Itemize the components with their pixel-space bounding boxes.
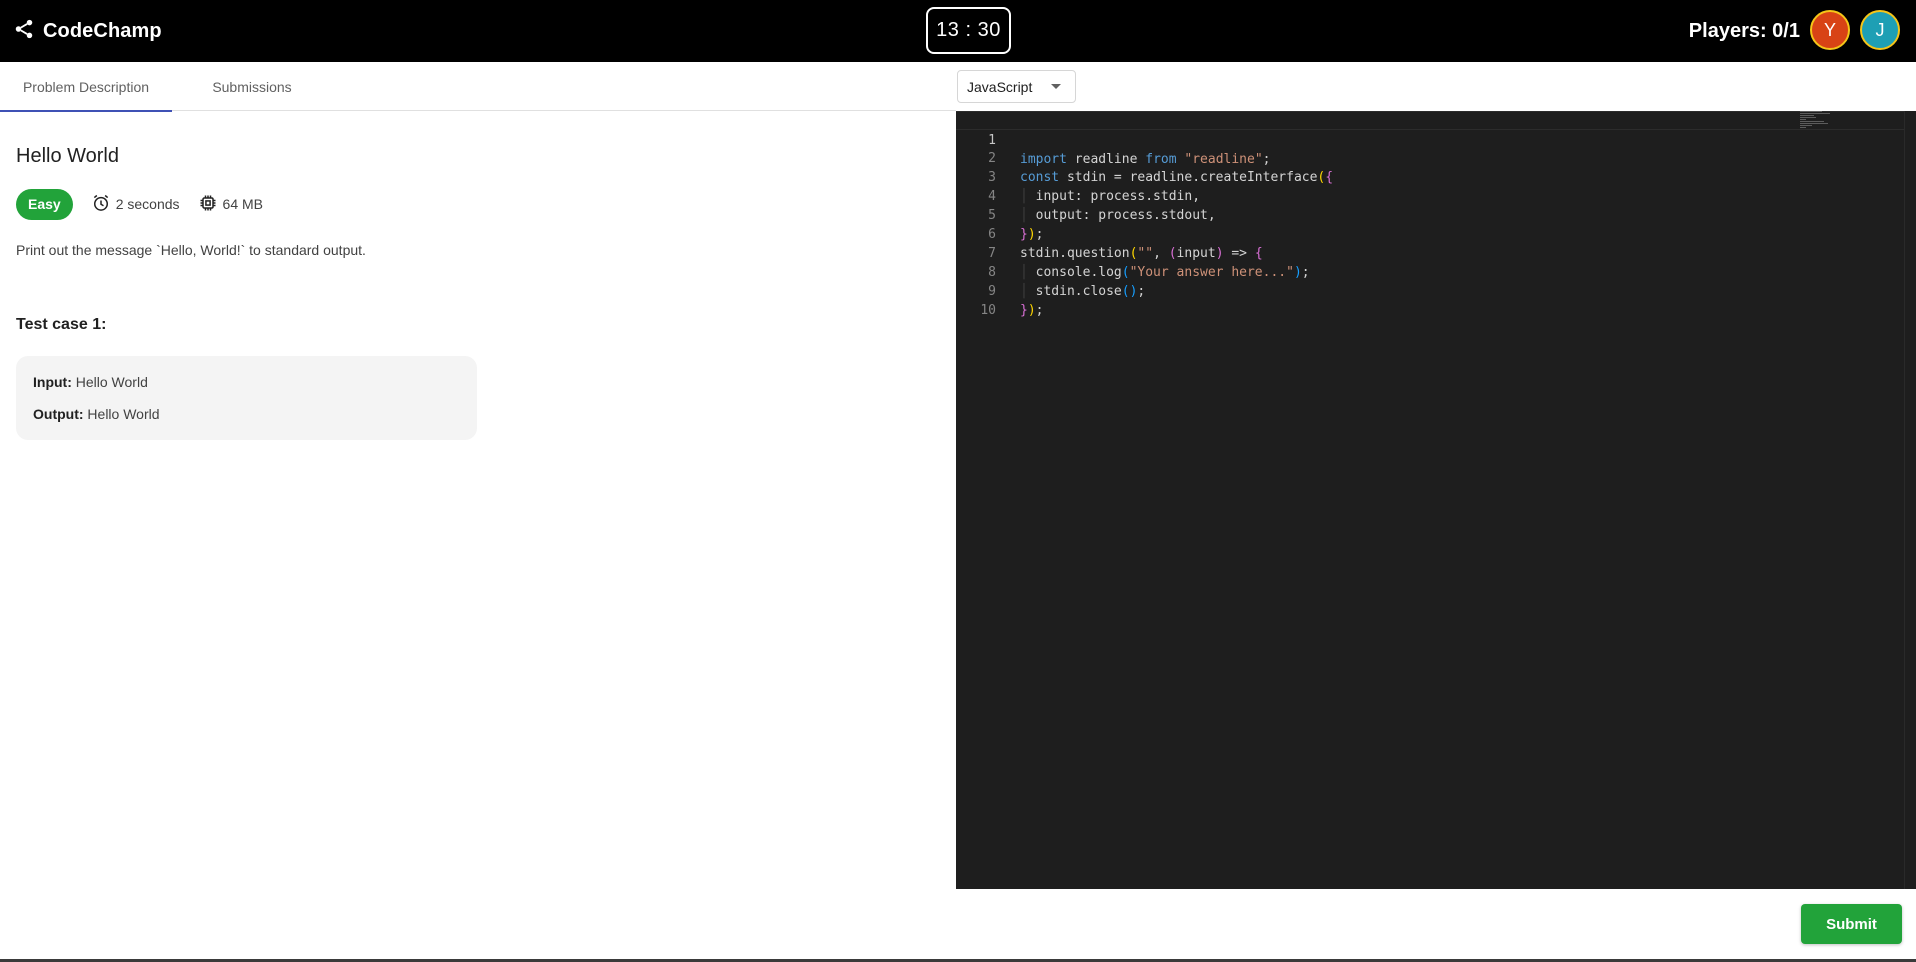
memory-limit-value: 64 MB — [222, 196, 263, 212]
language-select[interactable]: JavaScript — [957, 70, 1076, 103]
problem-description: Print out the message `Hello, World!` to… — [16, 242, 366, 258]
brand[interactable]: CodeChamp — [13, 16, 162, 46]
time-limit-value: 2 seconds — [115, 196, 180, 212]
language-select-value: JavaScript — [967, 78, 1033, 95]
tab-submissions[interactable]: Submissions — [172, 62, 332, 111]
code-line[interactable]: 9 }); — [956, 263, 1904, 318]
difficulty-badge: Easy — [16, 188, 73, 220]
code-line[interactable]: 6 stdin.question("", (input) => { — [956, 206, 1904, 261]
code-line[interactable]: 7 │ console.log("Your answer here..."); — [956, 225, 1904, 280]
line-number: 10 — [980, 303, 996, 318]
avatar[interactable]: J — [1860, 10, 1900, 50]
code-line[interactable]: 1 import readline from "readline"; — [956, 111, 1904, 167]
code-line[interactable]: 8 │ stdin.close(); — [956, 244, 1904, 299]
memory-chip-icon — [198, 193, 223, 216]
countdown-timer: 13 : 30 — [926, 7, 1011, 54]
code-line[interactable]: 10 — [956, 282, 1904, 318]
code-text[interactable]: }); — [1020, 301, 1043, 320]
problem-title: Hello World — [16, 145, 119, 167]
memory-limit: 64 MB — [198, 193, 263, 216]
test-case-output: Output: Hello World — [33, 404, 460, 424]
editor-scrollbar[interactable] — [1904, 111, 1916, 889]
code-line[interactable]: 2 const stdin = readline.createInterface… — [956, 130, 1904, 185]
code-line[interactable]: 4 │ output: process.stdout, — [956, 168, 1904, 223]
output-value: Hello World — [87, 406, 160, 422]
brand-name: CodeChamp — [43, 19, 162, 42]
avatar[interactable]: Y — [1810, 10, 1850, 50]
problem-tabs: Problem Description Submissions — [0, 62, 956, 112]
editor-minimap[interactable] — [1800, 111, 1840, 131]
test-case-title: Test case 1: — [16, 316, 107, 333]
code-line[interactable]: 5 }); — [956, 187, 1904, 242]
alarm-clock-icon — [91, 193, 116, 216]
top-bar: CodeChamp 13 : 30 Players: 0/1 Y J — [0, 0, 1916, 62]
input-value: Hello World — [75, 374, 148, 390]
caret-down-icon — [1051, 84, 1061, 89]
code-editor[interactable]: 1 import readline from "readline"; 2 con… — [956, 111, 1904, 889]
players-count: Players: 0/1 — [1688, 19, 1800, 42]
problem-meta: Easy 2 seconds 64 MB — [16, 188, 263, 220]
submit-button[interactable]: Submit — [1801, 904, 1902, 944]
input-label: Input: — [33, 374, 72, 390]
share-icon[interactable] — [13, 18, 35, 45]
code-line[interactable]: 3 │ input: process.stdin, — [956, 149, 1904, 204]
test-case-input: Input: Hello World — [33, 372, 460, 392]
test-case-box: Input: Hello World Output: Hello World — [16, 356, 477, 440]
output-label: Output: — [33, 406, 84, 422]
tab-problem-description[interactable]: Problem Description — [0, 62, 172, 112]
time-limit: 2 seconds — [91, 193, 180, 216]
